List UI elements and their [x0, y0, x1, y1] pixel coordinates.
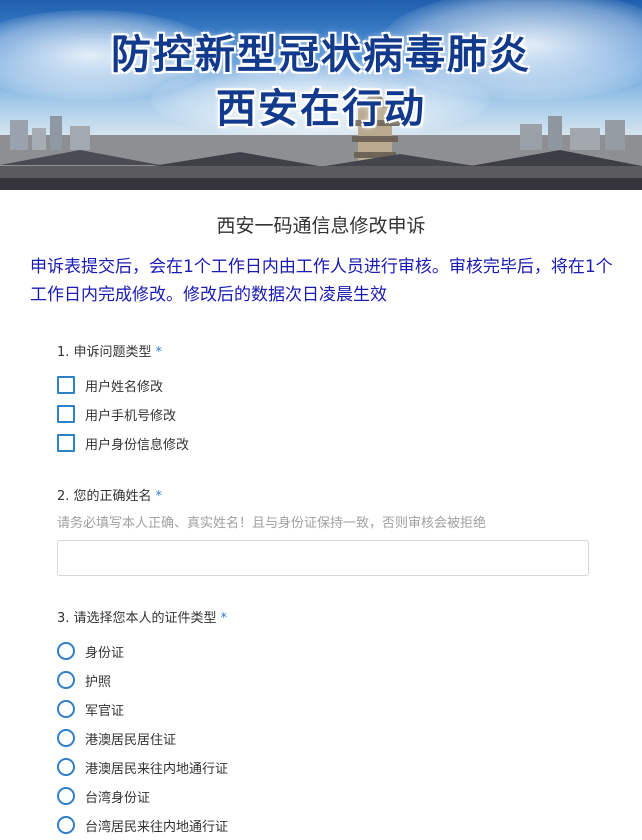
required-mark: *	[155, 345, 163, 360]
radio-label: 军官证	[85, 703, 125, 719]
question-2-label: 2. 您的正确姓名	[57, 489, 152, 504]
checkbox-label: 用户手机号修改	[85, 408, 177, 424]
question-2-hint: 请务必填写本人正确、真实姓名！且与身份证保持一致，否则审核会被拒绝	[57, 516, 487, 531]
banner-title-line2: 西安在行动	[216, 86, 426, 132]
banner-title-line1: 防控新型冠状病毒肺炎	[111, 32, 531, 78]
radio-button[interactable]	[57, 671, 75, 689]
radio-label: 台湾身份证	[85, 790, 151, 806]
question-3-title: 3. 请选择您本人的证件类型 *	[57, 607, 227, 626]
radio-label: 港澳居民来往内地通行证	[85, 761, 229, 777]
checkbox-option-identity-change[interactable]: 用户身份信息修改	[57, 433, 189, 453]
radio-option-officer-id[interactable]: 军官证	[57, 699, 124, 719]
radio-option-taiwan-permit[interactable]: 台湾居民来往内地通行证	[57, 815, 228, 835]
checkbox-label: 用户姓名修改	[85, 379, 164, 395]
radio-option-hk-macao-residence[interactable]: 港澳居民居住证	[57, 728, 176, 748]
checkbox-option-phone-change[interactable]: 用户手机号修改	[57, 404, 176, 424]
radio-button[interactable]	[57, 700, 75, 718]
form-title: 西安一码通信息修改申诉	[216, 215, 426, 237]
required-mark: *	[155, 489, 163, 504]
radio-label: 身份证	[85, 645, 125, 661]
checkbox-label: 用户身份信息修改	[85, 437, 190, 453]
radio-option-id-card[interactable]: 身份证	[57, 641, 124, 661]
checkbox[interactable]	[57, 376, 75, 394]
checkbox[interactable]	[57, 434, 75, 452]
radio-button[interactable]	[57, 642, 75, 660]
header-banner: 防控新型冠状病毒肺炎 西安在行动	[0, 0, 642, 190]
radio-button[interactable]	[57, 758, 75, 776]
question-2-title: 2. 您的正确姓名 *	[57, 485, 162, 504]
question-1-label: 1. 申诉问题类型	[57, 345, 152, 360]
question-1-title: 1. 申诉问题类型 *	[57, 341, 162, 360]
radio-button[interactable]	[57, 816, 75, 834]
name-input[interactable]	[57, 540, 589, 576]
checkbox-option-name-change[interactable]: 用户姓名修改	[57, 375, 163, 395]
checkbox[interactable]	[57, 405, 75, 423]
radio-option-taiwan-id[interactable]: 台湾身份证	[57, 786, 150, 806]
radio-button[interactable]	[57, 729, 75, 747]
form-notice: 申诉表提交后，会在1个工作日内由工作人员进行审核。审核完毕后，将在1个工作日内完…	[30, 257, 613, 305]
radio-label: 台湾居民来往内地通行证	[85, 819, 229, 835]
radio-button[interactable]	[57, 787, 75, 805]
radio-label: 港澳居民居住证	[85, 732, 177, 748]
radio-option-passport[interactable]: 护照	[57, 670, 111, 690]
radio-label: 护照	[85, 674, 112, 690]
question-3-label: 3. 请选择您本人的证件类型	[57, 611, 217, 626]
radio-option-hk-macao-permit[interactable]: 港澳居民来往内地通行证	[57, 757, 228, 777]
required-mark: *	[220, 611, 228, 626]
